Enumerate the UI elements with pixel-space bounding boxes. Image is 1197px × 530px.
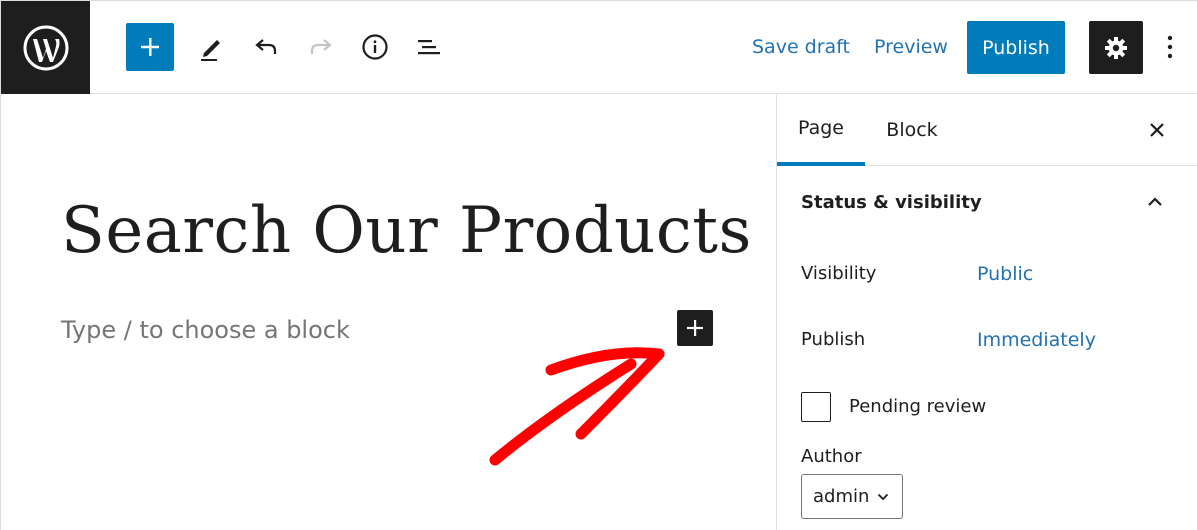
annotation-arrow-icon — [489, 347, 665, 466]
settings-sidebar: Page Block Status & visibility Visibilit… — [776, 94, 1197, 530]
publish-label: Publish — [801, 329, 866, 350]
pending-review-checkbox[interactable] — [801, 392, 831, 422]
author-label: Author — [801, 446, 862, 467]
editor-canvas: Search Our Products Type / to choose a b… — [1, 94, 776, 530]
page-title[interactable]: Search Our Products — [61, 194, 752, 268]
settings-button[interactable] — [1089, 21, 1143, 74]
tools-button[interactable] — [187, 23, 235, 71]
add-block-button[interactable] — [126, 23, 174, 71]
list-view-icon — [418, 40, 440, 55]
sidebar-tabs: Page Block — [777, 94, 1197, 166]
editor-window: Save draft Preview Publish Search Our Pr… — [0, 0, 1197, 530]
preview-button[interactable]: Preview — [874, 21, 948, 73]
plus-icon — [687, 320, 703, 336]
wordpress-logo-icon[interactable] — [1, 1, 90, 94]
visibility-value-link[interactable]: Public — [977, 263, 1033, 285]
more-vertical-icon — [1167, 35, 1173, 59]
tab-block[interactable]: Block — [877, 94, 947, 166]
visibility-label: Visibility — [801, 263, 877, 284]
top-toolbar: Save draft Preview Publish — [1, 1, 1197, 94]
author-select[interactable]: admin — [801, 474, 903, 519]
publish-date-link[interactable]: Immediately — [977, 329, 1096, 351]
close-sidebar-button[interactable] — [1139, 112, 1175, 148]
author-select-value: admin — [813, 486, 870, 507]
details-button[interactable] — [351, 23, 399, 71]
panel-title[interactable]: Status & visibility — [801, 192, 982, 213]
panel-toggle-button[interactable] — [1139, 186, 1171, 218]
info-icon — [362, 34, 388, 60]
options-button[interactable] — [1157, 23, 1183, 71]
tab-page[interactable]: Page — [777, 94, 865, 166]
undo-icon — [255, 39, 277, 54]
list-view-button[interactable] — [405, 23, 453, 71]
plus-icon — [141, 38, 159, 56]
redo-icon — [310, 39, 332, 54]
pending-review-label[interactable]: Pending review — [849, 396, 986, 417]
redo-button[interactable] — [297, 23, 345, 71]
pencil-icon — [201, 40, 220, 61]
inline-add-block-button[interactable] — [677, 310, 713, 346]
publish-button[interactable]: Publish — [967, 21, 1065, 74]
undo-button[interactable] — [242, 23, 290, 71]
save-draft-button[interactable]: Save draft — [752, 21, 850, 73]
gear-icon — [1105, 36, 1127, 59]
block-placeholder[interactable]: Type / to choose a block — [61, 316, 350, 344]
chevron-up-icon — [1148, 197, 1162, 206]
chevron-down-icon — [878, 493, 889, 500]
close-icon — [1150, 123, 1164, 137]
